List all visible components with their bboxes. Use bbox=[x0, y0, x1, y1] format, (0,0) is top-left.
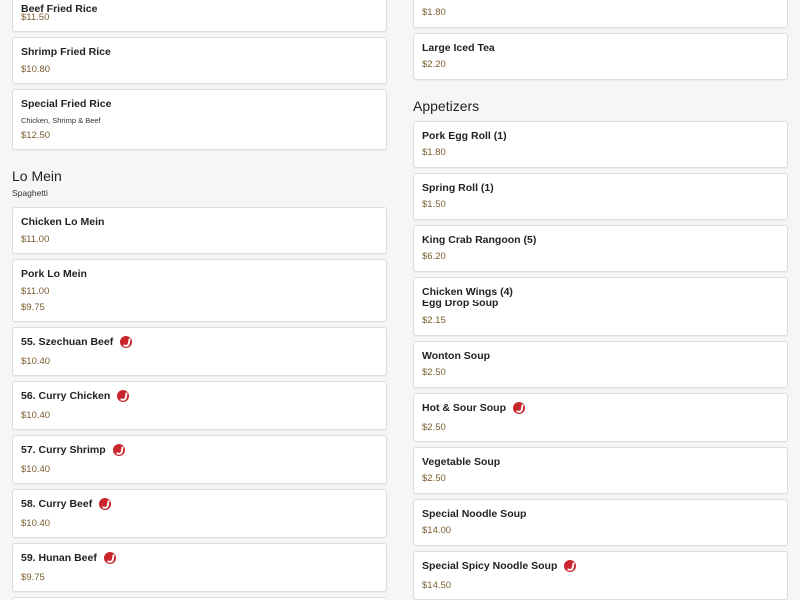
menu-item-price: $14.00 bbox=[422, 525, 452, 536]
menu-item-name: 55. Szechuan Beef bbox=[21, 336, 133, 348]
menu-item-price: $1.80 bbox=[422, 7, 446, 18]
left-column-top: Beef Fried Rice $11.50 Shrimp Fried Rice… bbox=[12, 0, 387, 300]
menu-item-card[interactable]: Wonton Soup $2.50 bbox=[413, 341, 788, 388]
menu-item-name: Special Spicy Noodle Soup bbox=[422, 560, 577, 572]
menu-item-name: 59. Hunan Beef bbox=[21, 552, 116, 564]
menu-item-card[interactable]: Special Noodle Soup $14.00 bbox=[413, 499, 788, 546]
chili-pepper-icon bbox=[99, 498, 112, 510]
menu-item-card[interactable]: King Crab Rangoon (5) $6.20 bbox=[413, 225, 788, 272]
menu-item-price: $10.40 bbox=[21, 464, 51, 475]
menu-item-price: $9.75 bbox=[21, 572, 45, 583]
menu-item-card[interactable]: Egg Drop Soup $2.15 bbox=[413, 300, 788, 336]
menu-item-description: Chicken, Shrimp & Beef bbox=[21, 116, 101, 125]
menu-item-price: $10.40 bbox=[21, 356, 51, 367]
menu-item-name: Vegetable Soup bbox=[422, 456, 501, 468]
menu-item-name: Special Noodle Soup bbox=[422, 508, 527, 520]
menu-item-price: $2.20 bbox=[422, 59, 446, 70]
menu-item-price: $11.50 bbox=[21, 12, 50, 23]
menu-item-price: $2.15 bbox=[422, 315, 446, 326]
menu-item-card[interactable]: $1.80 bbox=[413, 0, 788, 28]
menu-item-name-text: 57. Curry Shrimp bbox=[21, 444, 106, 456]
menu-item-name: Shrimp Fried Rice bbox=[21, 46, 111, 58]
menu-item-price: $9.75 bbox=[21, 302, 45, 313]
menu-item-name-text: 55. Szechuan Beef bbox=[21, 336, 114, 348]
menu-item-price: $6.20 bbox=[422, 251, 446, 262]
menu-item-card[interactable]: 57. Curry Shrimp $10.40 bbox=[12, 435, 387, 484]
menu-item-card[interactable]: Special Spicy Noodle Soup $14.50 bbox=[413, 551, 788, 600]
chili-pepper-icon bbox=[513, 402, 525, 414]
menu-item-card[interactable]: Special Fried Rice Chicken, Shrimp & Bee… bbox=[12, 89, 387, 150]
menu-item-card[interactable]: Pork Egg Roll (1) $1.80 bbox=[413, 121, 788, 168]
menu-item-name-text: Hot & Sour Soup bbox=[422, 402, 506, 414]
menu-item-name: Egg Drop Soup bbox=[422, 300, 499, 309]
menu-item-name: Wonton Soup bbox=[422, 350, 491, 362]
menu-item-name: Special Fried Rice bbox=[21, 98, 112, 110]
menu-item-price: $12.50 bbox=[21, 130, 51, 141]
menu-item-name: Spring Roll (1) bbox=[422, 182, 494, 194]
menu-item-price: $1.80 bbox=[422, 147, 446, 158]
chili-pepper-icon bbox=[117, 390, 130, 402]
menu-item-name: 58. Curry Beef bbox=[21, 498, 112, 510]
menu-item-price: $10.80 bbox=[21, 64, 51, 75]
menu-item-name: Pork Lo Mein bbox=[21, 268, 87, 280]
chili-pepper-icon bbox=[120, 336, 133, 348]
menu-item-price: $14.50 bbox=[422, 580, 452, 591]
section-title: Lo Mein bbox=[12, 168, 62, 184]
menu-item-card[interactable]: Spring Roll (1) $1.50 bbox=[413, 173, 788, 220]
left-column-bottom: $9.75 55. Szechuan Beef $10.40 56. Curry… bbox=[12, 300, 387, 600]
menu-item-name: Large Iced Tea bbox=[422, 42, 495, 54]
menu-item-name: Chicken Lo Mein bbox=[21, 216, 105, 228]
right-column-top: $1.80 Large Iced Tea $2.20 Appetizers Po… bbox=[413, 0, 788, 300]
menu-item-card[interactable]: 56. Curry Chicken $10.40 bbox=[12, 381, 387, 430]
menu-item-name-text: Special Spicy Noodle Soup bbox=[422, 560, 558, 572]
menu-page-top: Beef Fried Rice $11.50 Shrimp Fried Rice… bbox=[0, 0, 800, 300]
menu-item-name: 57. Curry Shrimp bbox=[21, 444, 125, 456]
section-subtitle: Spaghetti bbox=[12, 188, 48, 198]
menu-item-card[interactable]: 58. Curry Beef $10.40 bbox=[12, 489, 387, 538]
menu-item-name: Hot & Sour Soup bbox=[422, 402, 525, 414]
menu-item-card[interactable]: Shrimp Fried Rice $10.80 bbox=[12, 37, 387, 84]
menu-item-price: $2.50 bbox=[422, 367, 446, 378]
menu-item-name: King Crab Rangoon (5) bbox=[422, 234, 537, 246]
menu-item-card[interactable]: Vegetable Soup $2.50 bbox=[413, 447, 788, 494]
menu-item-card[interactable]: Chicken Lo Mein $11.00 bbox=[12, 207, 387, 254]
menu-item-name-text: 59. Hunan Beef bbox=[21, 552, 97, 564]
menu-item-price: $11.00 bbox=[21, 286, 50, 297]
menu-item-card[interactable]: $9.75 bbox=[12, 300, 387, 322]
menu-item-card[interactable]: Pork Lo Mein $11.00 bbox=[12, 259, 387, 300]
chili-pepper-icon bbox=[103, 552, 116, 564]
menu-item-card[interactable]: Chicken Wings (4) bbox=[413, 277, 788, 300]
menu-item-price: $1.50 bbox=[422, 199, 446, 210]
right-column-bottom: Egg Drop Soup $2.15 Wonton Soup $2.50 Ho… bbox=[413, 300, 788, 600]
chili-pepper-icon bbox=[112, 444, 125, 456]
menu-item-name: Pork Egg Roll (1) bbox=[422, 130, 507, 142]
menu-item-name-text: 56. Curry Chicken bbox=[21, 390, 111, 402]
section-title: Appetizers bbox=[413, 98, 480, 114]
menu-item-name: 56. Curry Chicken bbox=[21, 390, 130, 402]
menu-item-card[interactable]: Hot & Sour Soup $2.50 bbox=[413, 393, 788, 442]
menu-item-price: $10.40 bbox=[21, 518, 51, 529]
menu-item-name-text: 58. Curry Beef bbox=[21, 498, 93, 510]
menu-item-name: Chicken Wings (4) bbox=[422, 286, 513, 298]
menu-item-card[interactable]: 55. Szechuan Beef $10.40 bbox=[12, 327, 387, 376]
menu-item-price: $2.50 bbox=[422, 473, 446, 484]
menu-item-price: $10.40 bbox=[21, 410, 51, 421]
menu-item-card[interactable]: Large Iced Tea $2.20 bbox=[413, 33, 788, 80]
menu-item-price: $2.50 bbox=[422, 422, 446, 433]
menu-page-bottom: $9.75 55. Szechuan Beef $10.40 56. Curry… bbox=[0, 300, 800, 600]
chili-pepper-icon bbox=[564, 560, 577, 572]
menu-item-card[interactable]: Beef Fried Rice $11.50 bbox=[12, 0, 387, 32]
menu-item-card[interactable]: 59. Hunan Beef $9.75 bbox=[12, 543, 387, 592]
menu-item-price: $11.00 bbox=[21, 234, 50, 245]
